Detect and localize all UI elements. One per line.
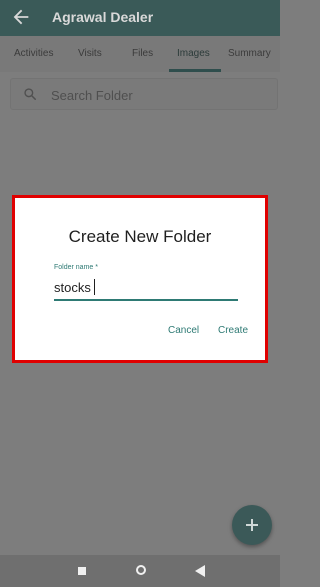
app-bar: Agrawal Dealer xyxy=(0,0,280,36)
create-folder-dialog: Create New Folder Folder name * stocks C… xyxy=(21,204,259,354)
folder-name-underline xyxy=(54,299,238,301)
folder-name-input[interactable]: stocks xyxy=(54,280,91,295)
search-bar[interactable] xyxy=(10,78,278,110)
tab-images[interactable]: Images xyxy=(177,48,210,59)
page-title: Agrawal Dealer xyxy=(52,9,154,25)
cancel-button[interactable]: Cancel xyxy=(168,325,199,336)
tab-files[interactable]: Files xyxy=(132,48,153,59)
tab-summary[interactable]: Summary xyxy=(228,48,271,59)
dialog-highlight-frame: Create New Folder Folder name * stocks C… xyxy=(12,195,268,363)
plus-icon xyxy=(246,519,258,531)
search-icon xyxy=(24,88,37,101)
text-caret xyxy=(94,279,95,295)
tab-visits[interactable]: Visits xyxy=(78,48,102,59)
home-circle-icon[interactable] xyxy=(136,565,146,575)
tab-bar: Activities Visits Files Images Summary xyxy=(0,36,280,72)
recents-square-icon[interactable] xyxy=(78,567,86,575)
app-screen: Agrawal Dealer Activities Visits Files I… xyxy=(0,0,280,587)
create-button[interactable]: Create xyxy=(218,325,248,336)
search-input[interactable] xyxy=(49,84,263,106)
dialog-title: Create New Folder xyxy=(68,227,212,246)
back-arrow-icon[interactable] xyxy=(10,6,32,28)
folder-name-label: Folder name * xyxy=(54,264,98,271)
active-tab-indicator xyxy=(169,69,221,72)
system-nav-bar xyxy=(0,555,280,587)
tab-activities[interactable]: Activities xyxy=(14,48,53,59)
back-triangle-icon[interactable] xyxy=(195,565,205,577)
add-fab-button[interactable] xyxy=(232,505,272,545)
